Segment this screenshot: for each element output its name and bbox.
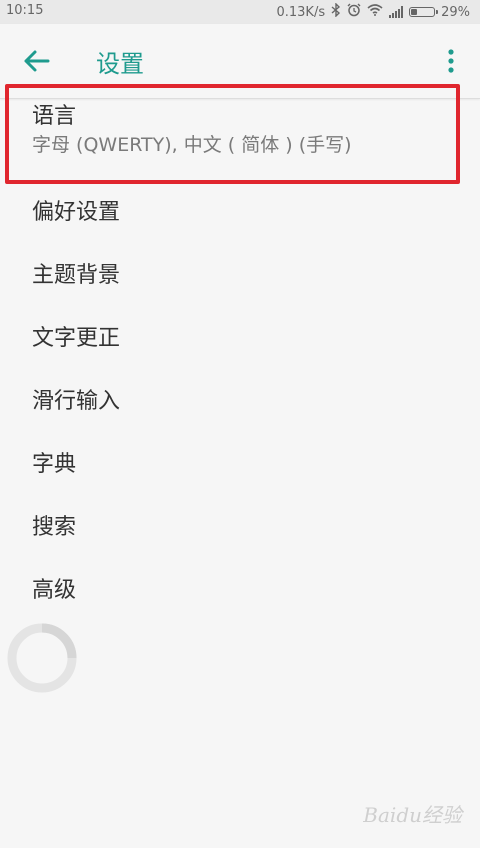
settings-item-label: 搜索 bbox=[32, 515, 77, 540]
settings-item-language[interactable]: 语言 字母 (QWERTY), 中文 ( 简体 ) (手写) bbox=[0, 102, 480, 182]
status-bar: 10:15 0.13K/s 29% bbox=[0, 0, 480, 24]
battery-icon bbox=[409, 7, 439, 17]
settings-item-label: 偏好设置 bbox=[32, 200, 121, 225]
battery-fill bbox=[411, 9, 418, 15]
settings-item-advanced[interactable]: 高级 bbox=[0, 560, 480, 623]
battery-percent: 29% bbox=[441, 4, 470, 20]
app-bar: 设置 bbox=[0, 24, 480, 99]
settings-item-label: 高级 bbox=[32, 578, 77, 603]
settings-item-search[interactable]: 搜索 bbox=[0, 497, 480, 560]
settings-item-preferences[interactable]: 偏好设置 bbox=[0, 182, 480, 245]
watermark: Baidu经验 bbox=[363, 803, 462, 827]
status-indicators: 0.13K/s 29% bbox=[276, 2, 470, 21]
settings-item-label: 主题背景 bbox=[32, 263, 121, 288]
signal-icon bbox=[389, 6, 404, 18]
settings-item-gesture-typing[interactable]: 滑行输入 bbox=[0, 371, 480, 434]
settings-item-subtitle: 字母 (QWERTY), 中文 ( 简体 ) (手写) bbox=[32, 134, 352, 156]
more-vert-icon[interactable] bbox=[446, 46, 456, 76]
page-title: 设置 bbox=[96, 50, 144, 78]
loading-spinner-icon bbox=[6, 622, 78, 694]
settings-item-theme[interactable]: 主题背景 bbox=[0, 245, 480, 308]
bluetooth-icon bbox=[331, 2, 341, 21]
screen: 10:15 0.13K/s 29% 设置 语言 字母 (QWERTY), 中文 … bbox=[0, 0, 480, 848]
alarm-icon bbox=[347, 3, 361, 21]
settings-item-dictionary[interactable]: 字典 bbox=[0, 434, 480, 497]
settings-item-label: 文字更正 bbox=[32, 326, 121, 351]
wifi-icon bbox=[367, 4, 383, 20]
network-speed: 0.13K/s bbox=[276, 4, 326, 20]
status-time: 10:15 bbox=[6, 3, 44, 18]
settings-list: 语言 字母 (QWERTY), 中文 ( 简体 ) (手写) 偏好设置 主题背景… bbox=[0, 102, 480, 623]
settings-item-label: 滑行输入 bbox=[32, 389, 121, 414]
settings-item-label: 字典 bbox=[32, 452, 77, 477]
arrow-left-icon[interactable] bbox=[22, 46, 52, 76]
settings-item-label: 语言 bbox=[32, 104, 77, 129]
settings-item-text-correction[interactable]: 文字更正 bbox=[0, 308, 480, 371]
